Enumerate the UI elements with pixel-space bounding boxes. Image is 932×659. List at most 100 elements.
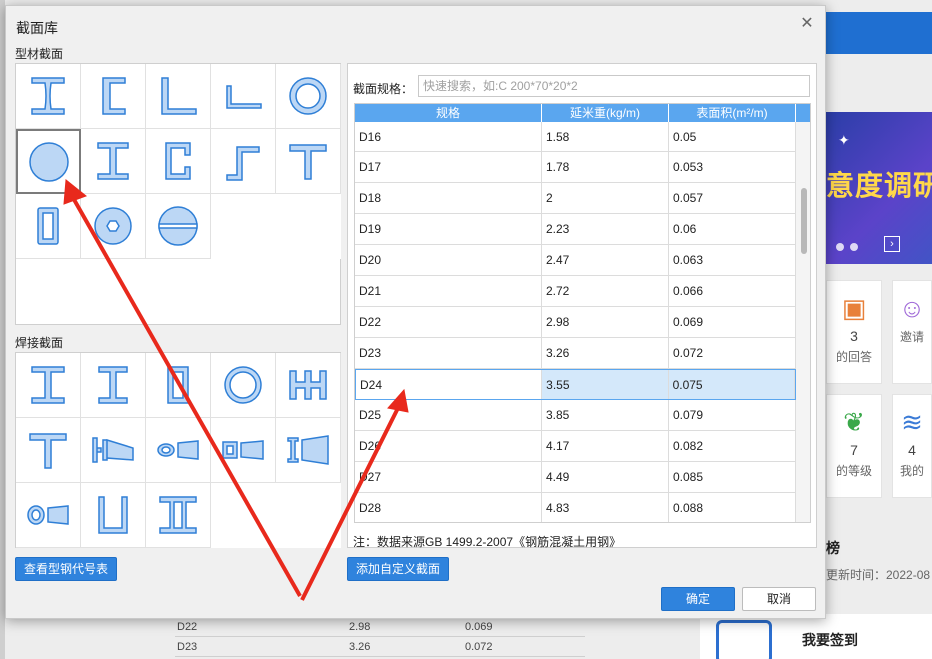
scrollbar-thumb[interactable] [801, 188, 807, 254]
section-shape-half-sphere[interactable] [146, 194, 211, 259]
cell-area: 0.06 [669, 214, 796, 244]
section-shape-welded-h-beam[interactable] [81, 353, 146, 418]
round-bar-icon [28, 141, 69, 182]
section-shape-thin-angle[interactable] [211, 64, 276, 129]
section-library-dialog: 截面库 ✕ 型材截面 焊接截面 查看型钢代号表 添加自定义截面 确定 取消 截面… [5, 5, 826, 619]
section-shape-round-bar[interactable] [16, 129, 81, 194]
close-icon[interactable]: ✕ [799, 16, 815, 32]
cell-spec: D25 [355, 400, 542, 430]
table-row[interactable]: D20 2.47 0.063 [355, 245, 796, 276]
carousel-dot[interactable] [850, 243, 858, 251]
stat-card-level[interactable]: ❦ 7 的等级 [826, 394, 882, 498]
table-row[interactable]: D24 3.55 0.075 [355, 369, 796, 400]
table-scrollbar[interactable] [796, 122, 810, 522]
section-shape-h-beam[interactable] [81, 129, 146, 194]
angle-icon [161, 77, 197, 115]
stat-card-answers[interactable]: ▣ 3 的回答 [826, 280, 882, 384]
header-area[interactable]: 表面积(m²/m) [669, 104, 796, 122]
add-custom-section-button[interactable]: 添加自定义截面 [347, 557, 449, 581]
section-shape-welded-cross[interactable] [276, 353, 341, 418]
profile-section-label: 型材截面 [15, 47, 64, 61]
cell-spec: D22 [355, 307, 542, 337]
table-row[interactable]: D25 3.85 0.079 [355, 400, 796, 431]
section-shape-welded-t[interactable] [16, 418, 81, 483]
section-shape-tapered-i[interactable] [81, 418, 146, 483]
tapered-box-icon [222, 440, 264, 460]
search-input[interactable] [418, 75, 810, 97]
carousel-dots[interactable] [836, 240, 864, 254]
table-row[interactable]: D28 4.83 0.088 [355, 493, 796, 522]
section-shape-c-channel[interactable] [146, 129, 211, 194]
table-row[interactable]: D18 2 0.057 [355, 183, 796, 214]
carousel-dot[interactable] [836, 243, 844, 251]
cell-area: 0.072 [669, 338, 796, 368]
stat-card-coins[interactable]: ≋ 4 我的 [892, 394, 932, 498]
cell-spec: D22 [177, 621, 198, 633]
carousel-next-icon[interactable]: › [884, 236, 900, 252]
t-section-icon [289, 144, 327, 180]
cell-weight: 1.58 [542, 122, 669, 151]
table-row[interactable]: D26 4.17 0.082 [355, 431, 796, 462]
section-shape-i-beam[interactable] [16, 64, 81, 129]
stat-number: 4 [908, 442, 916, 458]
stat-card-invite[interactable]: ☺ 邀请 [892, 280, 932, 384]
cell-area: 0.05 [669, 122, 796, 151]
table-row[interactable]: D19 2.23 0.06 [355, 214, 796, 245]
empty-cell [276, 483, 341, 548]
welded-box-icon [167, 366, 189, 404]
confirm-button[interactable]: 确定 [661, 587, 735, 611]
section-shape-t-section[interactable] [276, 129, 341, 194]
search-label: 截面规格： [353, 82, 414, 96]
stat-label: 的等级 [835, 464, 872, 478]
section-shape-tapered-h[interactable] [276, 418, 341, 483]
section-shape-double-i[interactable] [146, 483, 211, 548]
section-spec-panel: 截面规格： 规格 延米重(kg/m) 表面积(m²/m) D161.580.05… [347, 63, 817, 549]
cell-spec: D23 [177, 641, 198, 653]
table-row: D23 3.26 0.072 [175, 637, 585, 657]
table-row[interactable]: D22 2.98 0.069 [355, 307, 796, 338]
table-row[interactable]: D17 1.78 0.053 [355, 152, 796, 183]
view-steel-codes-button[interactable]: 查看型钢代号表 [15, 557, 117, 581]
section-shape-welded-box[interactable] [146, 353, 211, 418]
table-row[interactable]: D23 3.26 0.072 [355, 338, 796, 369]
section-shape-hex-bar[interactable] [81, 194, 146, 259]
cell-weight: 4.17 [542, 431, 669, 461]
cell-weight: 2.47 [542, 245, 669, 275]
cell-weight: 2 [542, 183, 669, 213]
chat-bubble-icon: ▣ [841, 293, 867, 323]
background-table: D22 2.98 0.069 D23 3.26 0.072 [175, 617, 585, 657]
sign-in-card[interactable]: 我要签到 [700, 614, 932, 659]
section-shape-pipe[interactable] [276, 64, 341, 129]
cell-weight: 2.98 [349, 621, 371, 633]
section-shape-tapered-box[interactable] [211, 418, 276, 483]
cell-area: 0.082 [669, 431, 796, 461]
section-shape-angle[interactable] [146, 64, 211, 129]
cell-weight: 2.98 [542, 307, 669, 337]
cancel-button[interactable]: 取消 [742, 587, 816, 611]
section-shape-channel[interactable] [81, 64, 146, 129]
section-shape-z-section[interactable] [211, 129, 276, 194]
empty-cell [211, 194, 276, 259]
section-shape-rect-tube[interactable] [16, 194, 81, 259]
section-shape-u-section[interactable] [81, 483, 146, 548]
section-shape-welded-i-beam[interactable] [16, 353, 81, 418]
rank-updated: 更新时间：2022-08 [826, 568, 931, 582]
table-header: 规格 延米重(kg/m) 表面积(m²/m) [355, 104, 810, 122]
welded-t-icon [29, 433, 67, 469]
calendar-icon [716, 620, 772, 659]
pipe-icon [289, 77, 327, 115]
cell-spec: D19 [355, 214, 542, 244]
table-row[interactable]: D27 4.49 0.085 [355, 462, 796, 493]
table-row[interactable]: D21 2.72 0.066 [355, 276, 796, 307]
section-shape-welded-pipe[interactable] [211, 353, 276, 418]
table-row[interactable]: D16 1.58 0.05 [355, 122, 796, 152]
dialog-title: 截面库 [16, 20, 58, 36]
header-spec[interactable]: 规格 [355, 104, 542, 122]
background-banner[interactable]: ✦ 意度调研 › [826, 112, 932, 264]
cell-spec: D27 [355, 462, 542, 492]
header-weight[interactable]: 延米重(kg/m) [542, 104, 669, 122]
cell-spec: D23 [355, 338, 542, 368]
section-shape-tapered-ellipse[interactable] [16, 483, 81, 548]
section-shape-tapered-pipe[interactable] [146, 418, 211, 483]
tapered-h-icon [287, 435, 329, 465]
